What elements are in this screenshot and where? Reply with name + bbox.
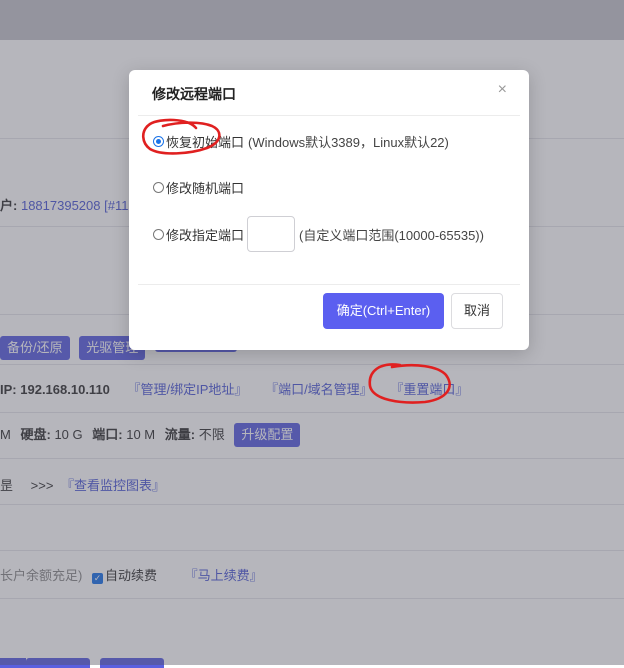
specified-port-radio[interactable] — [153, 228, 164, 240]
cancel-button[interactable]: 取消 — [451, 293, 503, 329]
specified-port-label: 修改指定端口 — [166, 227, 245, 243]
option-random-port[interactable]: 修改随机端口 — [153, 178, 244, 197]
confirm-button[interactable]: 确定(Ctrl+Enter) — [323, 293, 444, 329]
specified-port-hint: (自定义端口范围(10000-65535)) — [299, 227, 484, 243]
dialog-header-divider — [138, 115, 520, 116]
dialog-title: 修改远程端口 — [152, 86, 236, 102]
option-specified-port[interactable]: 修改指定端口 (自定义端口范围(10000-65535)) — [153, 215, 484, 253]
close-icon[interactable]: × — [498, 82, 507, 98]
option-restore-default-port[interactable]: 恢复初始端口 (Windows默认3389，Linux默认22) — [153, 132, 449, 151]
modify-remote-port-dialog: 修改远程端口 × 恢复初始端口 (Windows默认3389，Linux默认22… — [129, 70, 529, 350]
random-port-label: 修改随机端口 — [166, 181, 245, 196]
restore-default-radio[interactable] — [153, 136, 164, 147]
restore-default-label: 恢复初始端口 — [166, 135, 245, 150]
restore-default-hint: (Windows默认3389，Linux默认22) — [248, 135, 449, 150]
port-input[interactable] — [247, 216, 296, 252]
random-port-radio[interactable] — [153, 182, 164, 193]
dialog-footer-divider — [138, 284, 520, 285]
